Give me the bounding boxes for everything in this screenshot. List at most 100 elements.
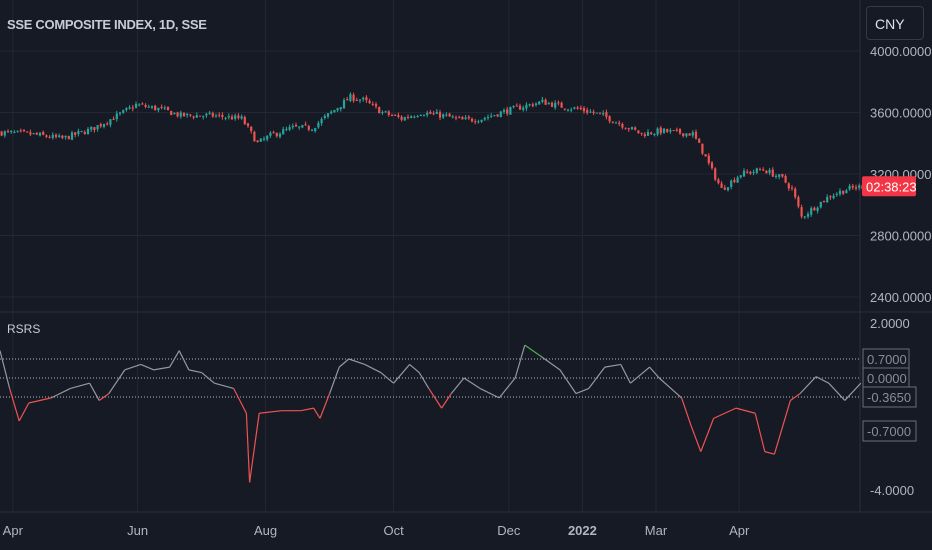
rsrs-line-segment	[18, 402, 30, 422]
rsrs-line-segment	[124, 363, 141, 371]
candle-body	[685, 133, 688, 137]
candle-body	[256, 140, 259, 143]
candle-body	[573, 107, 576, 109]
candle-body	[470, 118, 474, 122]
rsrs-line-segment	[214, 382, 234, 389]
rsrs-line-segment	[188, 369, 202, 374]
rsrs-line-segment	[329, 366, 340, 394]
candle-body	[326, 113, 330, 117]
candle-body	[99, 124, 102, 127]
candle-body	[582, 108, 586, 112]
rsrs-line-segment	[393, 364, 411, 384]
candle-body	[138, 104, 141, 106]
candle-body	[669, 130, 672, 132]
candle-body	[451, 116, 454, 118]
candle-body	[144, 105, 147, 107]
candle-body	[698, 138, 701, 143]
candle-body	[275, 132, 278, 137]
candle-body	[406, 116, 410, 118]
candle-body	[851, 185, 854, 188]
rsrs-indicator-label[interactable]: RSRS	[7, 322, 40, 336]
candle-body	[637, 130, 640, 134]
candle-body	[90, 127, 93, 130]
rsrs-line-segment	[540, 355, 561, 371]
candle-body	[704, 154, 707, 157]
rsrs-line-segment	[690, 425, 702, 452]
candle-body	[214, 115, 218, 117]
rsrs-line-segment	[338, 358, 350, 368]
candle-body	[384, 111, 387, 113]
candle-body	[259, 138, 262, 142]
candle-body	[192, 116, 195, 118]
candle-body	[445, 114, 448, 116]
candle-body	[742, 170, 746, 177]
candle-body	[80, 130, 83, 132]
countdown-label: 02:38:23	[866, 179, 917, 194]
candle-body	[566, 109, 570, 111]
candle-body	[454, 117, 458, 119]
candle-body	[678, 129, 682, 134]
rsrs-line-segment	[604, 363, 621, 368]
candle-body	[486, 117, 490, 119]
candle-body	[400, 116, 403, 120]
candle-body	[387, 111, 390, 115]
candle-body	[854, 187, 858, 189]
candle-body	[627, 128, 630, 130]
candle-body	[48, 136, 51, 138]
candle-body	[570, 109, 573, 111]
rsrs-line-segment	[245, 413, 251, 483]
candle-body	[371, 103, 374, 105]
rsrs-line-segment	[249, 413, 260, 483]
time-tick-label: Mar	[645, 523, 668, 538]
candle-body	[525, 104, 528, 109]
candle-body	[394, 114, 397, 116]
candle-body	[342, 99, 346, 109]
candle-body	[557, 102, 560, 104]
candle-body	[544, 99, 547, 105]
candle-body	[234, 115, 237, 119]
rsrs-line-segment	[799, 376, 817, 395]
candle-body	[128, 107, 131, 109]
candle-body	[467, 116, 470, 119]
candle-body	[560, 102, 563, 108]
rsrs-line-segment	[178, 350, 190, 371]
candle-body	[710, 162, 714, 169]
rsrs-line-segment	[773, 400, 791, 455]
candle-body	[653, 133, 656, 136]
time-tick-label: Oct	[383, 523, 404, 538]
candle-body	[499, 111, 502, 118]
candle-body	[512, 106, 515, 108]
candle-body	[563, 108, 566, 110]
rsrs-line-segment	[140, 363, 154, 371]
candle-body	[195, 115, 198, 118]
candle-body	[618, 122, 621, 124]
currency-button[interactable]: CNY	[866, 6, 924, 40]
candle-body	[77, 131, 80, 134]
candle-body	[515, 105, 518, 107]
rsrs-line-segment	[681, 397, 692, 427]
rsrs-line-segment	[524, 344, 542, 357]
candle-body	[806, 213, 810, 217]
candle-body	[45, 135, 48, 137]
candle-body	[291, 125, 294, 128]
candle-body	[448, 113, 451, 117]
chart-canvas[interactable]: 4000.00003600.00003200.00002800.00002400…	[0, 0, 932, 550]
price-tick-label: 3600.0000	[870, 106, 931, 121]
candle-body	[675, 129, 678, 131]
candle-body	[630, 127, 634, 130]
candle-body	[640, 132, 643, 134]
candle-body	[736, 177, 739, 183]
candle-body	[621, 124, 624, 128]
candle-body	[314, 128, 317, 132]
candle-body	[835, 193, 838, 195]
candle-body	[672, 129, 675, 131]
candle-body	[83, 131, 86, 135]
rsrs-line-segment	[764, 451, 775, 455]
rsrs-line-segment	[498, 377, 516, 399]
candle-body	[496, 114, 499, 117]
candle-body	[224, 117, 227, 119]
candle-body	[816, 207, 819, 211]
candle-body	[189, 114, 192, 116]
rsrs-line-segment	[380, 372, 394, 384]
candle-body	[176, 112, 179, 117]
